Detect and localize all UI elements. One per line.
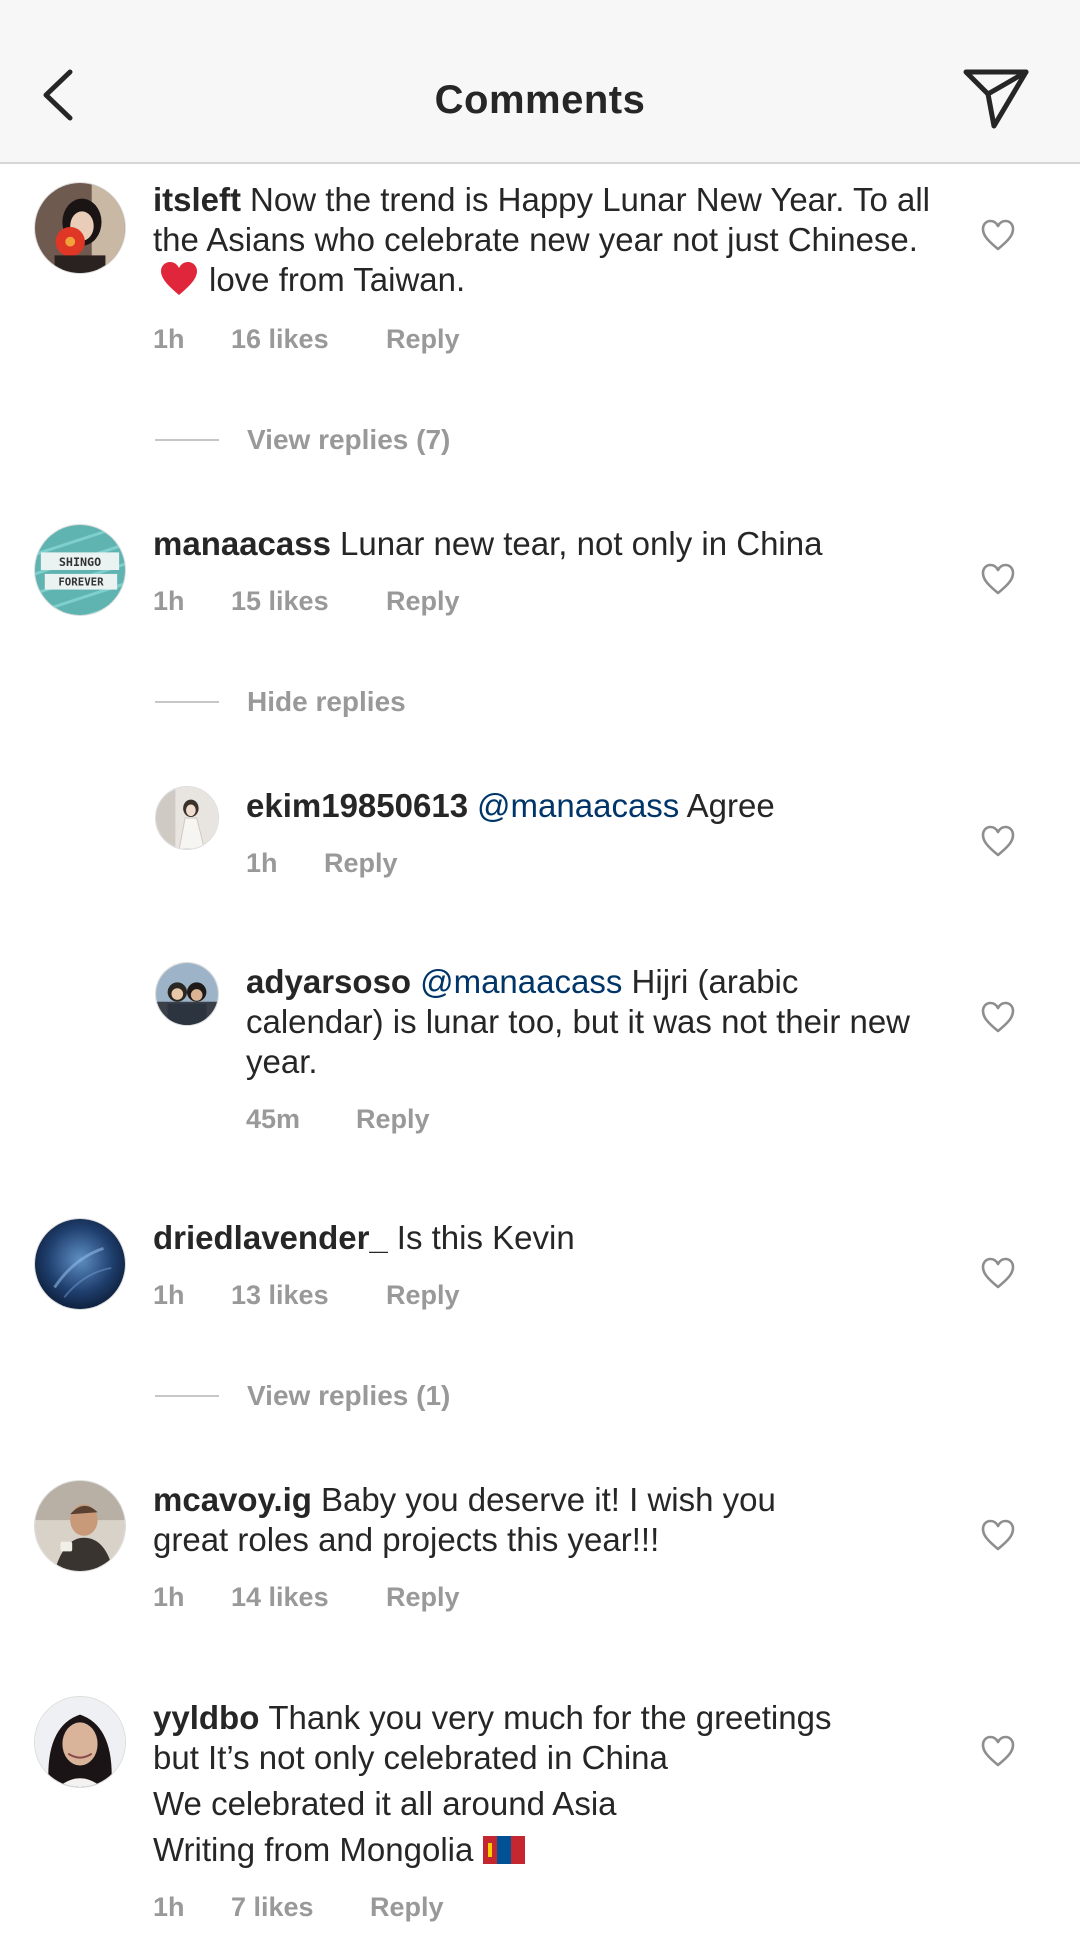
divider-line (155, 1394, 219, 1397)
reply-button[interactable]: Reply (386, 324, 460, 355)
reply-button[interactable]: Reply (386, 1280, 460, 1311)
comment-text: manaacass Lunar new tear, not only in Chi… (153, 525, 823, 562)
likes-count[interactable]: 14 likes (231, 1582, 386, 1613)
heart-outline-icon[interactable] (980, 218, 1016, 252)
header-bar: Comments (0, 0, 1080, 164)
comment-time: 1h (153, 1582, 185, 1612)
reply-button[interactable]: Reply (370, 1892, 444, 1923)
red-heart-emoji (161, 262, 197, 295)
view-replies-toggle[interactable]: View replies (7) (155, 424, 450, 456)
comment-time: 1h (153, 1280, 185, 1310)
comment-time: 1h (153, 1892, 185, 1922)
reply-username[interactable]: ekim19850613 (246, 787, 468, 824)
share-button[interactable] (960, 66, 1032, 132)
reply-button[interactable]: Reply (386, 1582, 460, 1613)
likes-count[interactable]: 7 likes (231, 1892, 370, 1923)
reply-time: 45m (246, 1104, 301, 1134)
comment-meta: 1h 15 likes Reply (153, 586, 460, 617)
comment-text: itsleft Now the trend is Happy Lunar New … (153, 181, 930, 298)
comment-username[interactable]: driedlavender_ (153, 1219, 388, 1256)
send-paper-plane-icon (963, 69, 1029, 129)
reply-text: ekim19850613 @manaacass Agree (246, 787, 775, 824)
comment-username[interactable]: yyldbo (153, 1699, 259, 1736)
heart-outline-icon[interactable] (980, 1256, 1016, 1290)
heart-outline-icon[interactable] (980, 1734, 1016, 1768)
svg-text:SHINGO: SHINGO (59, 555, 101, 569)
reply-meta: 45m Reply (246, 1104, 430, 1135)
comment-meta: 1h 7 likes Reply (153, 1892, 444, 1923)
avatar[interactable] (34, 1480, 126, 1572)
comment-meta: 1h 14 likes Reply (153, 1582, 460, 1613)
avatar[interactable] (34, 182, 126, 274)
divider-line (155, 438, 219, 441)
avatar[interactable] (34, 1218, 126, 1310)
reply-button[interactable]: Reply (356, 1104, 430, 1135)
comment-username[interactable]: manaacass (153, 525, 331, 562)
likes-count[interactable]: 15 likes (231, 586, 386, 617)
comment-text: driedlavender_ Is this Kevin (153, 1219, 575, 1256)
avatar[interactable]: SHINGO FOREVER (34, 524, 126, 616)
heart-outline-icon[interactable] (980, 1518, 1016, 1552)
svg-text:FOREVER: FOREVER (58, 576, 104, 589)
comment-username[interactable]: itsleft (153, 181, 241, 218)
comment-time: 1h (153, 324, 185, 354)
comment-meta: 1h 13 likes Reply (153, 1280, 460, 1311)
view-replies-toggle[interactable]: View replies (1) (155, 1380, 450, 1412)
comment-text: yyldbo Thank you very much for the greeti… (153, 1699, 832, 1868)
reply-text: adyarsoso @manaacass Hijri (arabic calend… (246, 963, 911, 1080)
reply-username[interactable]: adyarsoso (246, 963, 411, 1000)
comment-meta: 1h 16 likes Reply (153, 324, 460, 355)
comment-text: mcavoy.ig Baby you deserve it! I wish you… (153, 1481, 776, 1558)
reply-time: 1h (246, 848, 278, 878)
heart-outline-icon[interactable] (980, 824, 1016, 858)
avatar[interactable] (155, 786, 219, 850)
reply-button[interactable]: Reply (324, 848, 398, 879)
comment-time: 1h (153, 586, 185, 616)
likes-count[interactable]: 16 likes (231, 324, 386, 355)
divider-line (155, 700, 219, 703)
comment-username[interactable]: mcavoy.ig (153, 1481, 312, 1518)
page-title: Comments (434, 78, 646, 122)
reply-button[interactable]: Reply (386, 586, 460, 617)
heart-outline-icon[interactable] (980, 1000, 1016, 1034)
avatar[interactable] (34, 1696, 126, 1788)
reply-meta: 1h Reply (246, 848, 398, 879)
likes-count[interactable]: 13 likes (231, 1280, 386, 1311)
mongolia-flag-emoji (483, 1836, 526, 1864)
mention-link[interactable]: @manaacass (477, 787, 679, 824)
avatar[interactable] (155, 962, 219, 1026)
heart-outline-icon[interactable] (980, 562, 1016, 596)
hide-replies-toggle[interactable]: Hide replies (155, 686, 406, 718)
mention-link[interactable]: @manaacass (420, 963, 622, 1000)
